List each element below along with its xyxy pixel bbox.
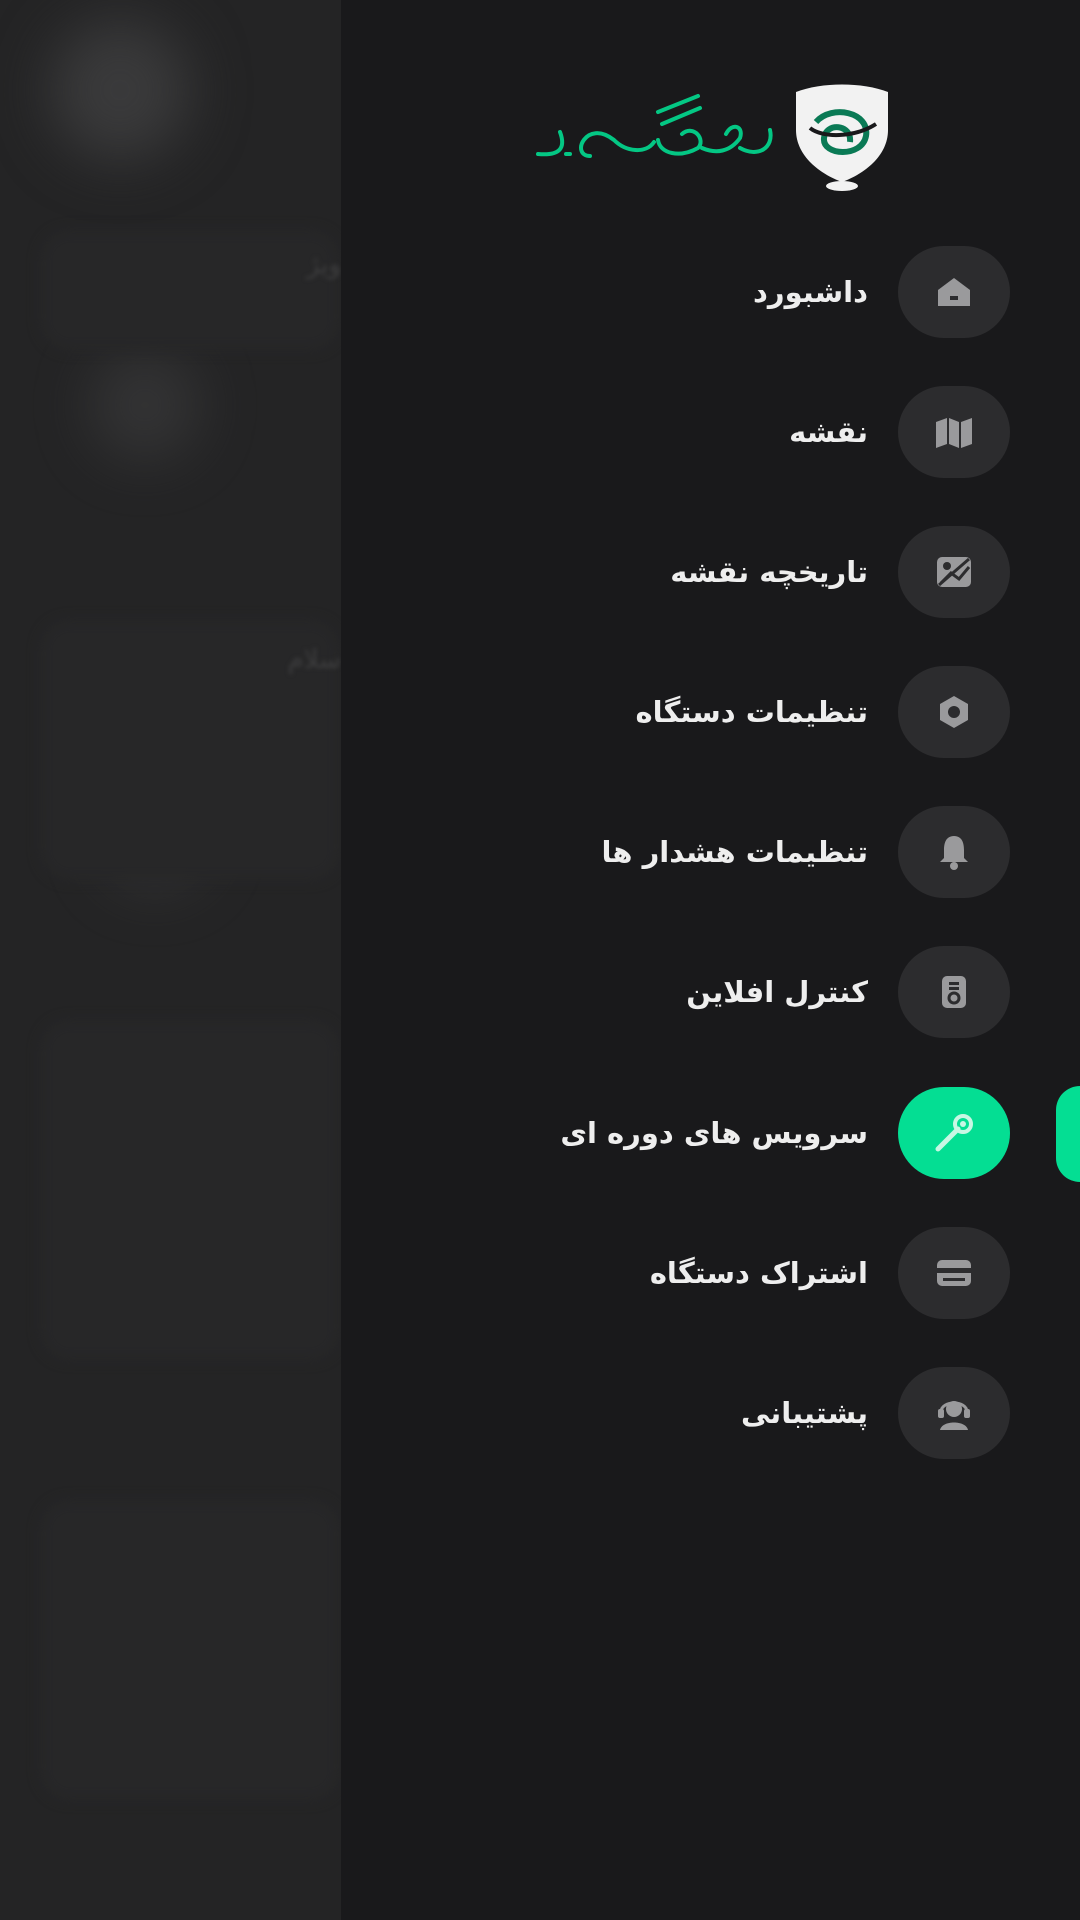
- menu-item-support[interactable]: پشتیبانی: [410, 1367, 1010, 1459]
- menu-item-device-settings[interactable]: تنظیمات دستگاه: [410, 666, 1010, 758]
- background-text-1: ویژ: [306, 250, 341, 280]
- wrench-icon: [898, 1087, 1010, 1179]
- menu-label: تنظیمات دستگاه: [635, 695, 869, 729]
- menu-label: تنظیمات هشدار ها: [601, 835, 868, 869]
- card-icon: [898, 1227, 1010, 1319]
- headset-icon: [898, 1367, 1010, 1459]
- menu-label: اشتراک دستگاه: [649, 1256, 868, 1290]
- remote-control-icon: [898, 946, 1010, 1038]
- map-icon: [898, 386, 1010, 478]
- menu-item-offline-control[interactable]: کنترل افلاین: [410, 946, 1010, 1038]
- home-icon: [898, 246, 1010, 338]
- menu-item-dashboard[interactable]: داشبورد: [410, 246, 1010, 338]
- menu-label: نقشه: [789, 415, 868, 449]
- menu-item-periodic-services[interactable]: سرویس های دوره ای: [410, 1087, 1010, 1179]
- image-history-icon: [898, 526, 1010, 618]
- menu-label: داشبورد: [753, 275, 868, 309]
- menu-item-map-history[interactable]: تاریخچه نقشه: [410, 526, 1010, 618]
- menu-label: کنترل افلاین: [686, 975, 868, 1009]
- background-app-blurred: ویژ سلام: [0, 0, 341, 1920]
- logo-shield-icon: [796, 84, 888, 191]
- menu-item-device-subscription[interactable]: اشتراک دستگاه: [410, 1227, 1010, 1319]
- menu-item-map[interactable]: نقشه: [410, 386, 1010, 478]
- menu-item-alert-settings[interactable]: تنظیمات هشدار ها: [410, 806, 1010, 898]
- app-logo: [530, 82, 890, 192]
- logo-wordmark: [536, 94, 773, 158]
- active-item-indicator: [1056, 1086, 1080, 1182]
- menu-label: تاریخچه نقشه: [670, 555, 868, 589]
- menu-label: سرویس های دوره ای: [560, 1116, 868, 1150]
- menu-label: پشتیبانی: [740, 1396, 868, 1430]
- settings-hex-icon: [898, 666, 1010, 758]
- background-text-2: سلام: [287, 645, 341, 675]
- bell-icon: [898, 806, 1010, 898]
